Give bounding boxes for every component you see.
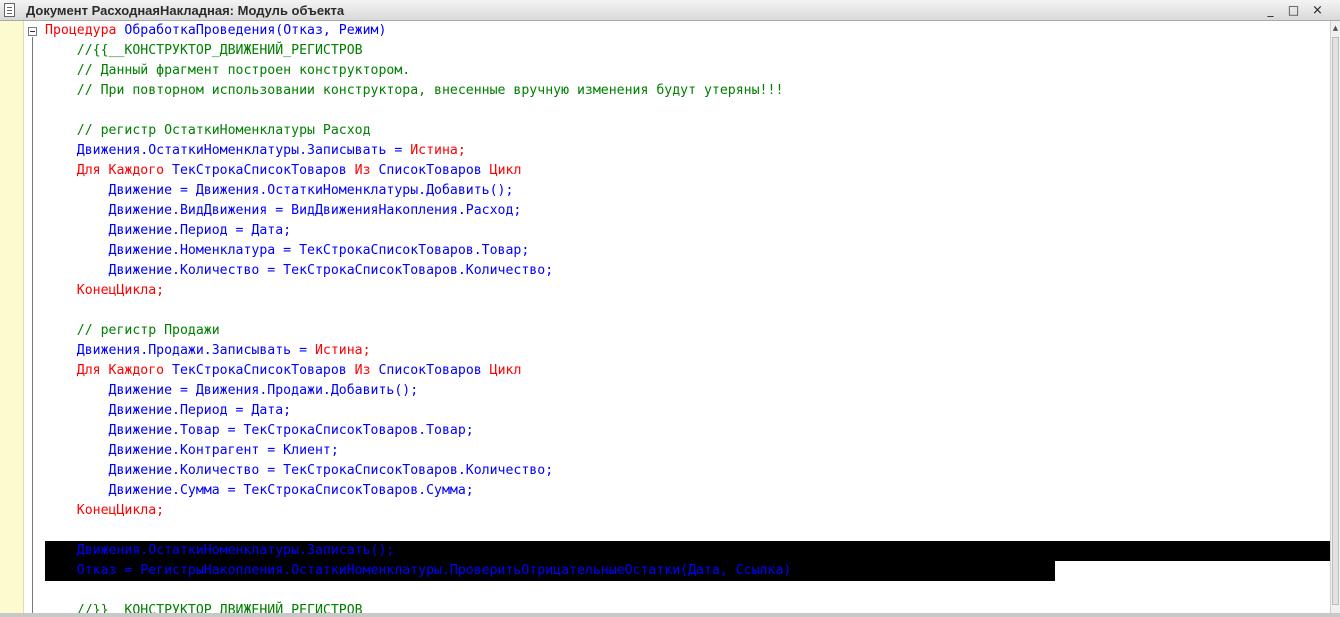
comment-line[interactable]: //}}__КОНСТРУКТОР_ДВИЖЕНИЙ_РЕГИСТРОВ <box>45 601 1330 613</box>
close-button[interactable]: × <box>1309 3 1326 18</box>
empty-line[interactable] <box>45 101 1330 121</box>
code-line[interactable]: Движение.Количество = ТекСтрокаСписокТов… <box>45 261 1330 281</box>
scrollbar-thumb[interactable] <box>1332 37 1339 605</box>
identifier-token: ТекСтрокаСписокТоваров <box>164 363 355 378</box>
code-line[interactable]: Движение.ВидДвижения = ВидДвиженияНакопл… <box>45 201 1330 221</box>
code-line[interactable]: КонецЦикла; <box>45 281 1330 301</box>
comment-line[interactable]: // При повторном использовании конструкт… <box>45 81 1330 101</box>
code-line[interactable]: Движение.Период = Дата; <box>45 221 1330 241</box>
scroll-up-icon[interactable]: ▲ <box>1331 21 1340 35</box>
maximize-button[interactable]: □ <box>1285 3 1302 18</box>
comment-line[interactable]: // регистр ОстаткиНоменклатуры Расход <box>45 121 1330 141</box>
horizontal-scrollbar[interactable] <box>0 613 1340 617</box>
keyword-token: Процедура <box>45 23 117 38</box>
code-line[interactable]: Для Каждого ТекСтрокаСписокТоваров Из Сп… <box>45 161 1330 181</box>
code-line[interactable]: Движение.Период = Дата; <box>45 401 1330 421</box>
comment-line[interactable]: //{{__КОНСТРУКТОР_ДВИЖЕНИЙ_РЕГИСТРОВ <box>45 41 1330 61</box>
identifier-token: СписокТоваров <box>370 163 490 178</box>
code-editor[interactable]: Процедура ОбработкаПроведения(Отказ, Реж… <box>0 21 1330 613</box>
selected-code-line[interactable]: Отказ = РегистрыНакопления.ОстаткиНоменк… <box>45 561 1055 581</box>
window-title: Документ РасходнаяНакладная: Модуль объе… <box>26 3 345 18</box>
identifier-token: Движения.Продажи.Записывать = <box>45 343 315 358</box>
comment-line[interactable]: // регистр Продажи <box>45 321 1330 341</box>
code-line[interactable]: КонецЦикла; <box>45 501 1330 521</box>
code-line[interactable]: Движение.Сумма = ТекСтрокаСписокТоваров.… <box>45 481 1330 501</box>
code-line[interactable]: Движение = Движения.Продажи.Добавить(); <box>45 381 1330 401</box>
code-line[interactable]: Для Каждого ТекСтрокаСписокТоваров Из Сп… <box>45 361 1330 381</box>
keyword-token: Цикл <box>489 363 522 378</box>
code-line[interactable]: Движения.Продажи.Записывать = Истина; <box>45 341 1330 361</box>
title-bar: Документ РасходнаяНакладная: Модуль объе… <box>0 0 1340 21</box>
identifier-token: СписокТоваров <box>370 363 490 378</box>
keyword-token: Для Каждого <box>45 163 165 178</box>
code-line[interactable]: Движение = Движения.ОстаткиНоменклатуры.… <box>45 181 1330 201</box>
keyword-token: Из <box>354 363 371 378</box>
vertical-scrollbar[interactable]: ▲ <box>1330 21 1340 613</box>
keyword-token: Истина; <box>314 343 371 358</box>
fold-guide-line <box>32 37 33 613</box>
keyword-token: Для Каждого <box>45 363 165 378</box>
editor-gutter <box>0 21 24 613</box>
keyword-token: Истина; <box>410 143 466 158</box>
comment-line[interactable]: // Данный фрагмент построен конструкторо… <box>45 61 1330 81</box>
code-line[interactable]: Движение.Товар = ТекСтрокаСписокТоваров.… <box>45 421 1330 441</box>
identifier-token: Движения.ОстаткиНоменклатуры.Записывать … <box>45 143 411 158</box>
empty-line[interactable] <box>45 581 1330 601</box>
keyword-token: Из <box>354 163 371 178</box>
selected-code-line[interactable]: Движения.ОстаткиНоменклатуры.Записать(); <box>45 541 1330 561</box>
code-lines[interactable]: Процедура ОбработкаПроведения(Отказ, Реж… <box>45 21 1330 613</box>
code-line[interactable]: Процедура ОбработкаПроведения(Отказ, Реж… <box>45 21 1330 41</box>
identifier-token: ОбработкаПроведения(Отказ, Режим) <box>116 23 387 38</box>
keyword-token: Цикл <box>489 163 522 178</box>
document-icon <box>4 3 15 17</box>
empty-line[interactable] <box>45 301 1330 321</box>
identifier-token: ТекСтрокаСписокТоваров <box>164 163 355 178</box>
empty-line[interactable] <box>45 521 1330 541</box>
code-line[interactable]: Движение.Количество = ТекСтрокаСписокТов… <box>45 461 1330 481</box>
collapse-icon[interactable] <box>28 27 37 36</box>
code-line[interactable]: Движения.ОстаткиНоменклатуры.Записывать … <box>45 141 1330 161</box>
code-line[interactable]: Движение.Контрагент = Клиент; <box>45 441 1330 461</box>
minimize-button[interactable]: _ <box>1262 3 1279 18</box>
code-line[interactable]: Движение.Номенклатура = ТекСтрокаСписокТ… <box>45 241 1330 261</box>
